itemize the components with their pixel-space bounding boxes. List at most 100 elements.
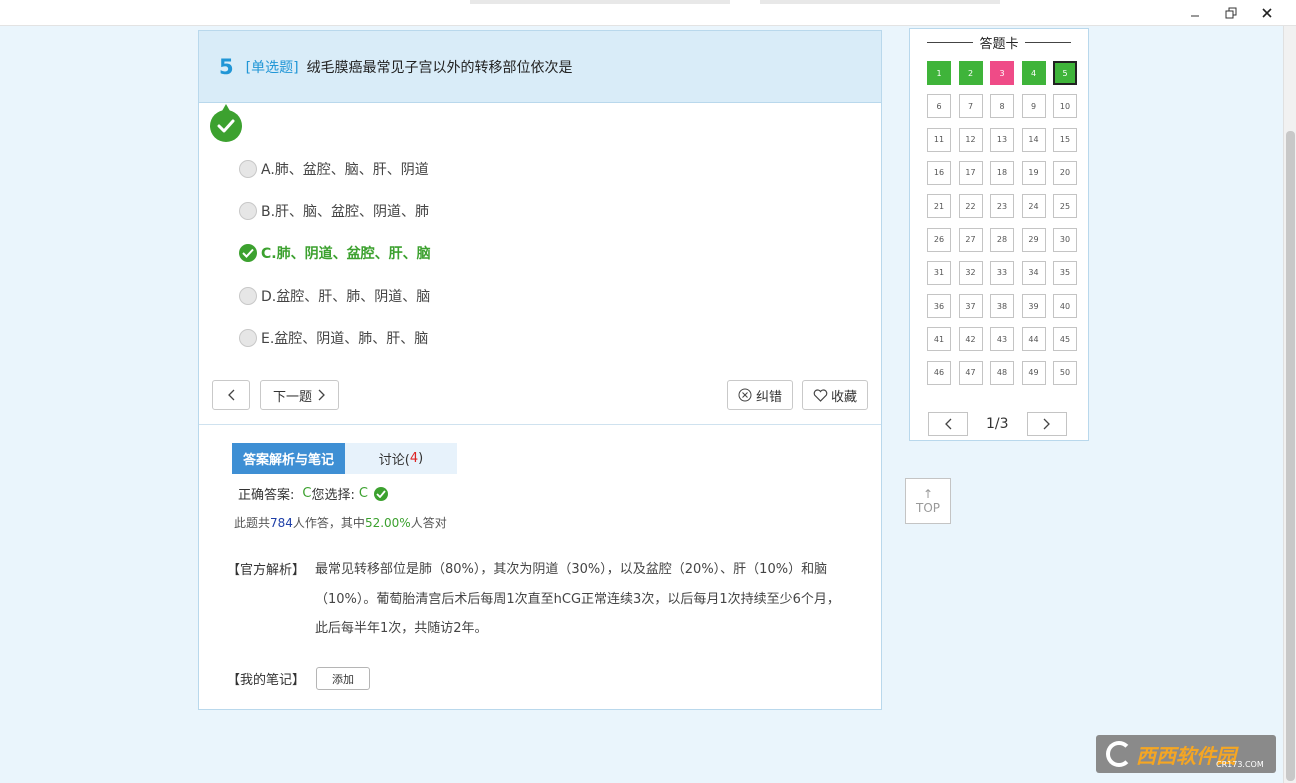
stats-middle: 人作答，其中 bbox=[292, 516, 365, 530]
answer-card-next-button[interactable] bbox=[1027, 412, 1067, 436]
chevron-left-icon bbox=[945, 418, 952, 430]
answer-card-cell[interactable]: 40 bbox=[1053, 294, 1077, 319]
answer-card-cell[interactable]: 26 bbox=[927, 227, 951, 252]
restore-icon[interactable] bbox=[1216, 3, 1246, 23]
answer-card-cell[interactable]: 15 bbox=[1053, 127, 1077, 152]
answer-card-cell[interactable]: 34 bbox=[1021, 260, 1046, 285]
check-circle-icon[interactable] bbox=[239, 244, 257, 262]
explanation-text: 最常见转移部位是肺（80%），其次为阴道（30%），以及盆腔（20%）、肝（10… bbox=[315, 562, 840, 636]
favorite-button[interactable]: 收藏 bbox=[802, 380, 868, 410]
answer-card-cell[interactable]: 45 bbox=[1053, 327, 1077, 352]
option-e[interactable]: E.盆腔、阴道、肺、肝、脑 bbox=[239, 327, 428, 349]
answer-card-cell[interactable]: 5 bbox=[1053, 61, 1077, 85]
analysis-tabs: 答案解析与笔记 讨论(4) bbox=[232, 443, 457, 474]
titlebar-shade bbox=[470, 0, 730, 4]
option-b[interactable]: B.肝、脑、盆腔、阴道、肺 bbox=[239, 200, 429, 222]
close-icon[interactable] bbox=[1252, 3, 1282, 23]
notes-label: 【我的笔记】 bbox=[227, 673, 306, 688]
answer-card-cell[interactable]: 48 bbox=[990, 360, 1014, 385]
answer-card-cell[interactable]: 22 bbox=[958, 194, 983, 219]
answer-card-cell[interactable]: 28 bbox=[990, 227, 1014, 252]
radio-icon[interactable] bbox=[239, 287, 257, 305]
answer-card-cell[interactable]: 31 bbox=[927, 260, 951, 285]
correct-answer-value: C bbox=[302, 486, 312, 501]
answer-card-cell[interactable]: 12 bbox=[958, 127, 983, 152]
answer-card-cell[interactable]: 9 bbox=[1021, 94, 1046, 119]
answer-card-cell[interactable]: 43 bbox=[990, 327, 1014, 352]
tab-analysis[interactable]: 答案解析与笔记 bbox=[232, 443, 345, 474]
option-d[interactable]: D.盆腔、肝、肺、阴道、脑 bbox=[239, 285, 430, 307]
answer-card-cell[interactable]: 1 bbox=[927, 61, 951, 85]
answer-card-cell[interactable]: 13 bbox=[990, 127, 1014, 152]
answer-card-cell[interactable]: 30 bbox=[1053, 227, 1077, 252]
answer-card-cell[interactable]: 47 bbox=[958, 360, 983, 385]
window-titlebar bbox=[0, 0, 1296, 26]
title-line bbox=[927, 41, 974, 43]
answer-card-cell[interactable]: 19 bbox=[1021, 160, 1046, 185]
stats-rate: 52.00% bbox=[364, 516, 411, 530]
option-label: D.盆腔、肝、肺、阴道、脑 bbox=[261, 289, 431, 305]
vertical-scrollbar[interactable] bbox=[1283, 26, 1296, 783]
answer-card-cell[interactable]: 14 bbox=[1021, 127, 1046, 152]
answer-card-cell[interactable]: 50 bbox=[1053, 360, 1077, 385]
answer-card-cell[interactable]: 7 bbox=[958, 94, 983, 119]
correct-answer-label: 正确答案: bbox=[238, 488, 295, 503]
answer-card-cell[interactable]: 21 bbox=[927, 194, 951, 219]
answer-card-cell[interactable]: 6 bbox=[927, 94, 951, 119]
scrollbar-thumb[interactable] bbox=[1286, 131, 1295, 781]
correct-check-icon bbox=[210, 104, 242, 142]
answer-card-cell[interactable]: 39 bbox=[1021, 294, 1046, 319]
option-a[interactable]: A.肺、盆腔、脑、肝、阴道 bbox=[239, 158, 429, 180]
answer-card-cell[interactable]: 20 bbox=[1053, 160, 1077, 185]
answer-card-cell[interactable]: 23 bbox=[990, 194, 1014, 219]
answer-card-cell[interactable]: 32 bbox=[958, 260, 983, 285]
answer-card-cell[interactable]: 41 bbox=[927, 327, 951, 352]
answer-card-cell[interactable]: 4 bbox=[1021, 61, 1046, 85]
option-label: E.盆腔、阴道、肺、肝、脑 bbox=[261, 331, 429, 347]
answer-card-cell[interactable]: 27 bbox=[958, 227, 983, 252]
minimize-icon[interactable] bbox=[1180, 3, 1210, 23]
answer-card-cell[interactable]: 8 bbox=[990, 94, 1014, 119]
answer-card-cell[interactable]: 44 bbox=[1021, 327, 1046, 352]
report-error-button[interactable]: 纠错 bbox=[727, 380, 793, 410]
your-answer-label: 您选择: bbox=[311, 488, 355, 503]
next-question-button[interactable]: 下一题 bbox=[260, 380, 339, 410]
answer-card-cell[interactable]: 35 bbox=[1053, 260, 1077, 285]
answer-card-cell[interactable]: 36 bbox=[927, 294, 951, 319]
back-to-top-button[interactable]: ↑ TOP bbox=[905, 478, 951, 524]
answer-card-cell[interactable]: 49 bbox=[1021, 360, 1046, 385]
option-label: B.肝、脑、盆腔、阴道、肺 bbox=[261, 204, 430, 220]
stats-suffix: 人答对 bbox=[410, 516, 447, 530]
answer-card-cell[interactable]: 38 bbox=[990, 294, 1014, 319]
radio-icon[interactable] bbox=[239, 329, 257, 347]
stats-count: 784 bbox=[270, 516, 293, 530]
answer-card-cell[interactable]: 33 bbox=[990, 260, 1014, 285]
answer-card-cell[interactable]: 25 bbox=[1053, 194, 1077, 219]
answer-card-cell[interactable]: 16 bbox=[927, 160, 951, 185]
option-label: A.肺、盆腔、脑、肝、阴道 bbox=[261, 162, 429, 178]
radio-icon[interactable] bbox=[239, 202, 257, 220]
answer-card-cell[interactable]: 10 bbox=[1053, 94, 1077, 119]
tab-discussion[interactable]: 讨论(4) bbox=[345, 443, 457, 474]
radio-icon[interactable] bbox=[239, 160, 257, 178]
answer-card-title: 答题卡 bbox=[910, 33, 1088, 52]
answer-line: 正确答案: C 您选择: C bbox=[238, 484, 388, 503]
add-note-button[interactable]: 添加 bbox=[316, 667, 370, 690]
answer-card-cell[interactable]: 11 bbox=[927, 127, 951, 152]
answer-card-cell[interactable]: 3 bbox=[990, 61, 1014, 85]
answer-card-cell[interactable]: 46 bbox=[927, 360, 951, 385]
stats-prefix: 此题共 bbox=[234, 516, 271, 530]
answer-card-cell[interactable]: 37 bbox=[958, 294, 983, 319]
answer-card-cell[interactable]: 2 bbox=[958, 61, 983, 85]
answer-card-prev-button[interactable] bbox=[928, 412, 968, 436]
option-c[interactable]: C.肺、阴道、盆腔、肝、脑 bbox=[239, 242, 431, 264]
answer-card-cell[interactable]: 24 bbox=[1021, 194, 1046, 219]
logo-ring-icon bbox=[1106, 741, 1132, 767]
report-error-label: 纠错 bbox=[755, 389, 782, 405]
tab-analysis-label: 答案解析与笔记 bbox=[242, 453, 334, 468]
answer-card-cell[interactable]: 17 bbox=[958, 160, 983, 185]
answer-card-cell[interactable]: 42 bbox=[958, 327, 983, 352]
answer-card-cell[interactable]: 29 bbox=[1021, 227, 1046, 252]
answer-card-cell[interactable]: 18 bbox=[990, 160, 1014, 185]
prev-question-button[interactable] bbox=[212, 380, 250, 410]
